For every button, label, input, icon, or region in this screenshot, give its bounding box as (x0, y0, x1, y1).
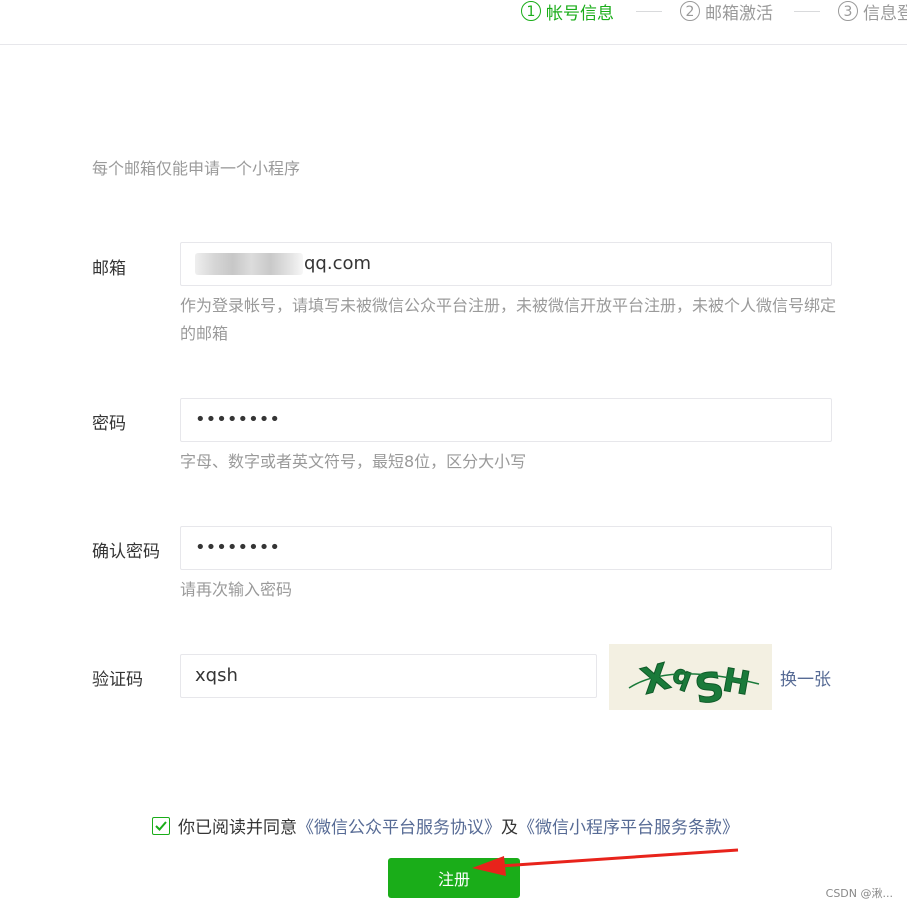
password-field[interactable]: •••••••• (180, 398, 832, 442)
email-value: qq.com (304, 253, 372, 274)
agreement-conjunction: 及 (501, 818, 518, 838)
step-email-activation: 2 邮箱激活 (680, 0, 773, 24)
captcha-graphic: X q S H (628, 656, 760, 710)
step-label: 邮箱激活 (705, 3, 773, 24)
redacted-email-prefix (195, 253, 303, 275)
confirm-password-value: •••••••• (195, 537, 280, 558)
password-value: •••••••• (195, 409, 280, 430)
refresh-captcha-link[interactable]: 换一张 (780, 665, 831, 690)
agreement-checkbox[interactable] (152, 816, 170, 835)
miniprogram-terms-link[interactable]: 《微信小程序平台服务条款》 (518, 813, 739, 838)
step-divider (636, 11, 662, 12)
captcha-input[interactable]: xqsh (180, 654, 597, 698)
email-field[interactable]: qq.com (180, 242, 832, 286)
email-hint: 作为登录帐号，请填写未被微信公众平台注册，未被微信开放平台注册，未被个人微信号绑… (180, 296, 837, 343)
arrow-shaft (499, 848, 739, 868)
service-agreement-link[interactable]: 《微信公众平台服务协议》 (297, 813, 501, 838)
step-label: 信息登记 (863, 3, 907, 24)
step-info-registration: 3 信息登记 (838, 0, 907, 24)
captcha-value: xqsh (195, 665, 238, 686)
form-tip: 每个邮箱仅能申请一个小程序 (92, 159, 301, 178)
step-label: 帐号信息 (546, 3, 614, 24)
captcha-image[interactable]: X q S H (609, 644, 772, 710)
confirm-password-field[interactable]: •••••••• (180, 526, 832, 570)
agreement-row: 你已阅读并同意 《微信公众平台服务协议》 及 《微信小程序平台服务条款》 (152, 813, 739, 838)
watermark: CSDN @湫... (825, 887, 893, 900)
captcha-label: 验证码 (92, 670, 143, 690)
step-account-info: 1 帐号信息 (521, 0, 614, 24)
captcha-char: X (637, 656, 675, 703)
confirm-password-label: 确认密码 (92, 542, 160, 562)
confirm-password-hint: 请再次输入密码 (180, 580, 293, 599)
email-label: 邮箱 (92, 259, 126, 279)
agreement-prefix: 你已阅读并同意 (178, 818, 297, 838)
captcha-char: q (668, 659, 696, 694)
step-divider (794, 11, 820, 12)
step-number: 2 (680, 1, 700, 21)
step-number: 1 (521, 1, 541, 21)
step-number: 3 (838, 1, 858, 21)
register-button[interactable]: 注册 (388, 858, 520, 898)
password-label: 密码 (92, 414, 126, 434)
password-hint: 字母、数字或者英文符号，最短8位，区分大小写 (180, 452, 527, 471)
step-bar: 1 帐号信息 2 邮箱激活 3 信息登记 (0, 0, 907, 45)
check-icon (155, 820, 167, 831)
